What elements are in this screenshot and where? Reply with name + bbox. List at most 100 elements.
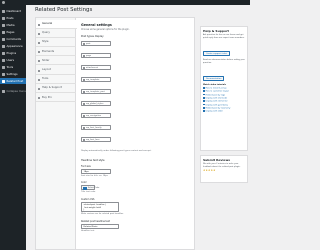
post-type-checkbox[interactable] — [83, 127, 85, 129]
video-icon — [203, 110, 205, 112]
headline-text-input[interactable]: Related Posts — [81, 224, 119, 229]
page-title: Related Post Settings — [35, 7, 93, 13]
link-label: Display with shortcode — [205, 97, 228, 100]
post-type-label: wp_template — [86, 79, 100, 81]
font-size-input[interactable]: 18px — [81, 169, 111, 174]
link-label: Related post by taxonomy — [205, 107, 231, 110]
documentation-text: Read our documentation before asking you… — [203, 59, 245, 64]
link-label: Related post by tags — [205, 94, 226, 96]
sidebar-item-settings[interactable]: Settings — [0, 71, 26, 77]
section-description: Choose some general options for the plug… — [81, 28, 130, 31]
tab-label: Help & Support — [42, 86, 62, 90]
post-type-row: wp_global_styles — [81, 101, 111, 106]
post-type-checkbox[interactable] — [83, 115, 85, 117]
sidebar-item-label: Posts — [6, 16, 14, 20]
post-type-label: page — [86, 55, 92, 57]
post-type-checkbox[interactable] — [83, 43, 85, 45]
link-label: Display with elementor — [205, 100, 228, 103]
reviews-box-text: We wish your 2 minutes to write your fee… — [203, 163, 241, 168]
tab-help-support[interactable]: Help & Support — [36, 84, 76, 93]
post-type-checkbox[interactable] — [83, 55, 85, 57]
tab-elements[interactable]: Elements — [36, 48, 76, 57]
post-type-checkbox[interactable] — [83, 103, 85, 105]
sidebar-item-label: Comments — [6, 37, 22, 41]
post-type-checkbox[interactable] — [83, 91, 85, 93]
post-type-row: post — [81, 41, 111, 46]
rating-stars[interactable]: ★★★★★ — [203, 169, 245, 172]
page-icon — [2, 30, 5, 34]
post-type-label: wp_navigation — [86, 115, 102, 117]
video-icon — [203, 96, 205, 99]
documentation-button[interactable]: Documentation — [203, 76, 225, 81]
video-icon — [203, 103, 205, 106]
headline-style-label: Headline text style — [81, 159, 105, 162]
wordpress-logo-icon[interactable] — [2, 1, 5, 4]
tab-style[interactable]: Style — [36, 38, 76, 47]
tab-slider[interactable]: Slider — [36, 57, 76, 66]
tab-label: Style — [42, 40, 49, 44]
post-type-label: wp_font_face — [86, 139, 100, 141]
tab-icon — [38, 51, 40, 54]
video-icon — [203, 106, 205, 109]
dashboard-icon — [2, 9, 5, 13]
sidebar-item-users[interactable]: Users — [0, 57, 26, 63]
tab-label: Elements — [42, 49, 55, 53]
post-type-checkbox[interactable] — [83, 67, 85, 69]
help-box-title: Help & Support — [203, 29, 229, 33]
section-title: General settings — [81, 23, 112, 27]
sidebar-item-label: Related Post — [6, 79, 24, 83]
tab-label: Query — [42, 31, 50, 35]
video-tutorial-link[interactable]: Display with slider — [203, 110, 245, 113]
headline-text-description: Headline text — [81, 230, 95, 232]
help-box-text: Ask question for free on our forum and g… — [203, 34, 245, 39]
sidebar-item-pages[interactable]: Pages — [0, 29, 26, 35]
tab-tools[interactable]: Tools — [36, 75, 76, 84]
post-type-row: wp_template — [81, 77, 111, 82]
tab-label: General — [42, 22, 53, 25]
tab-icon — [38, 97, 40, 100]
pin-icon — [2, 16, 5, 20]
post-type-row: wp_navigation — [81, 113, 111, 118]
sidebar-item-comments[interactable]: Comments — [0, 36, 26, 42]
tab-label: Tools — [42, 77, 49, 81]
link-label: How to install & setup — [205, 87, 227, 90]
settings-icon — [2, 72, 5, 76]
tab-buy-pro[interactable]: Buy Pro — [36, 94, 76, 103]
settings-content: General settings Choose some general opt… — [81, 18, 193, 249]
tab-query[interactable]: Query — [36, 29, 76, 38]
related-icon — [2, 79, 5, 83]
sidebar-item-plugins[interactable]: Plugins — [0, 50, 26, 56]
user-icon — [2, 58, 5, 62]
post-type-label: wp_global_styles — [86, 103, 104, 105]
post-type-label: attachment — [86, 67, 99, 69]
video-icon — [203, 86, 205, 89]
sidebar-item-media[interactable]: Media — [0, 22, 26, 28]
sidebar-item-label: Collapse menu — [6, 89, 27, 93]
sidebar-item-collapse-menu[interactable]: Collapse menu — [0, 88, 26, 94]
color-label: Color — [81, 181, 87, 184]
sidebar-item-posts[interactable]: Posts — [0, 15, 26, 21]
tab-general[interactable]: General — [36, 20, 77, 29]
post-type-checkbox[interactable] — [83, 139, 85, 141]
sidebar-item-label: Settings — [6, 72, 18, 76]
color-picker-button[interactable]: Select Color — [81, 185, 99, 190]
sidebar-item-label: Pages — [6, 30, 15, 34]
tab-layout[interactable]: Layout — [36, 66, 76, 75]
sidebar-item-dashboard[interactable]: Dashboard — [0, 8, 26, 14]
post-type-checkbox[interactable] — [83, 79, 85, 81]
custom-css-label: Custom CSS — [81, 198, 95, 201]
tab-icon — [38, 32, 40, 35]
sidebar-item-appearance[interactable]: Appearance — [0, 43, 26, 49]
media-icon — [2, 23, 5, 27]
admin-sidebar: Dashboard Posts Media Pages Comments Appearan… — [0, 5, 26, 250]
wrench-icon — [2, 65, 5, 69]
color-button-label: Select Color — [88, 187, 100, 189]
sidebar-item-related-post[interactable]: Related Post — [0, 78, 26, 84]
settings-panel: General Query Style Elements Slider Layout Too… — [35, 17, 195, 250]
sidebar-item-tools[interactable]: Tools — [0, 64, 26, 70]
link-label: How to customize layout — [205, 90, 229, 93]
tab-icon — [38, 23, 40, 26]
post-type-row: attachment — [81, 65, 111, 70]
custom-css-textarea[interactable]: .related-post .headline{ font-weight: bo… — [81, 202, 119, 212]
create-ticket-button[interactable]: Create support ticket — [203, 51, 231, 56]
